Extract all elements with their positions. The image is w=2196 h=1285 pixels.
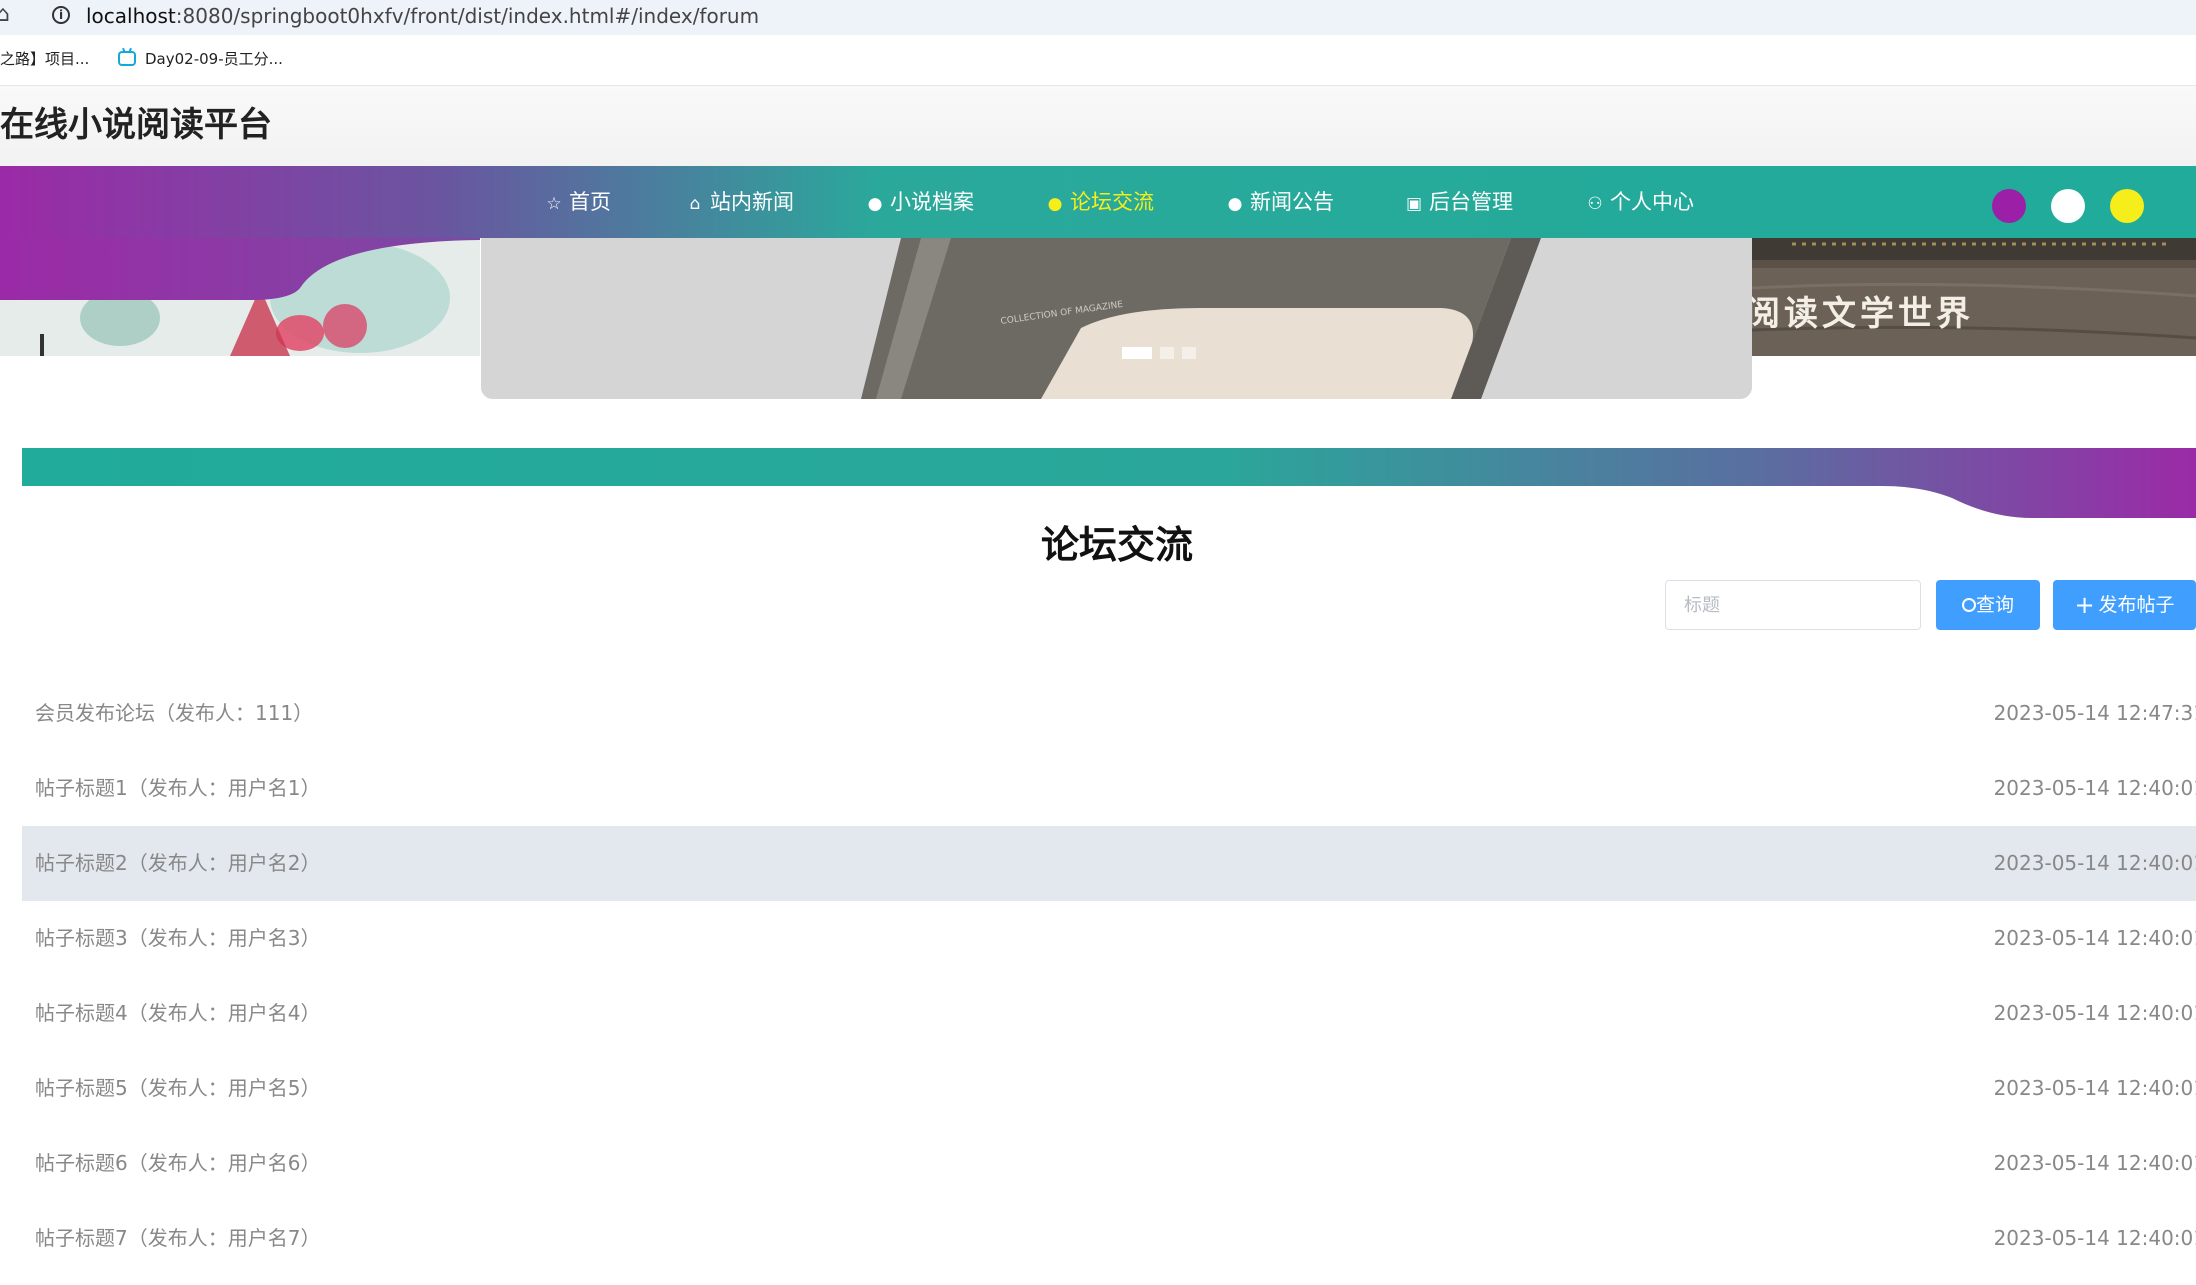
publish-post-button[interactable]: + 发布帖子: [2053, 580, 2196, 630]
user-icon: ⚇: [1587, 194, 1603, 214]
site-info-icon[interactable]: i: [52, 6, 70, 24]
nav-item-4[interactable]: ● 论坛交流: [1044, 166, 1154, 238]
post-title: 帖子标题5（发布人：用户名5）: [35, 1076, 321, 1100]
carousel-slide-prev[interactable]: [0, 238, 480, 356]
nav-item-1[interactable]: ☆ 首页: [543, 166, 611, 238]
url-path: :8080/springboot0hxfv/front/dist/index.h…: [175, 4, 760, 28]
url-host: localhost: [86, 4, 176, 28]
search-button[interactable]: 查询: [1936, 580, 2040, 630]
nav-item-label: 后台管理: [1429, 190, 1513, 214]
bag-icon: ⌂: [689, 194, 701, 214]
post-title: 会员发布论坛（发布人：111）: [35, 701, 314, 725]
title-search-input[interactable]: [1665, 580, 1921, 630]
flower-illustration: [0, 238, 480, 356]
nav-items: ☆ 首页 ⌂ 站内新闻 ● 小说档案 ● 论坛交流 ● 新闻公告 ▣ 后台管理 ⚇ 个人中心: [0, 166, 2196, 238]
section-title: 论坛交流: [1040, 523, 1193, 567]
section-header-band: [22, 448, 2196, 518]
post-time: 2023-05-14 12:40:01: [1993, 851, 2196, 875]
post-time: 2023-05-14 12:40:01: [1993, 1226, 2196, 1250]
forum-post-row[interactable]: 帖子标题6（发布人：用户名6） 2023-05-14 12:40:01: [22, 1126, 2196, 1201]
forum-post-row[interactable]: 帖子标题5（发布人：用户名5） 2023-05-14 12:40:01: [22, 1051, 2196, 1126]
url-field[interactable]: localhost:8080/springboot0hxfv/front/dis…: [86, 3, 759, 29]
bookmark-project[interactable]: 之路】项目...: [0, 49, 89, 69]
nav-item-5[interactable]: ● 新闻公告: [1224, 166, 1334, 238]
theme-purple-dot[interactable]: [1992, 189, 2026, 223]
question-icon: ●: [1047, 194, 1063, 214]
post-time: 2023-05-14 12:40:01: [1993, 1076, 2196, 1100]
info-icon: ●: [867, 194, 883, 214]
home-icon[interactable]: ⌂: [0, 2, 20, 28]
browser-address-bar: ⌂ i localhost:8080/springboot0hxfv/front…: [0, 0, 2196, 35]
plus-icon: +: [2074, 591, 2095, 619]
post-time: 2023-05-14 12:40:01: [1993, 1151, 2196, 1175]
carousel-indicator-2[interactable]: [1160, 347, 1174, 359]
post-title: 帖子标题3（发布人：用户名3）: [35, 926, 321, 950]
forum-post-list: 会员发布论坛（发布人：111） 2023-05-14 12:47:31 帖子标题1（…: [22, 676, 2196, 1276]
post-title: 帖子标题4（发布人：用户名4）: [35, 1001, 321, 1025]
nav-item-3[interactable]: ● 小说档案: [864, 166, 974, 238]
carousel-slide-next[interactable]: 阅读文学世界: [1752, 238, 2196, 356]
forum-post-row[interactable]: 帖子标题7（发布人：用户名7） 2023-05-14 12:40:01: [22, 1201, 2196, 1276]
bookmarks-bar: 之路】项目... Day02-09-员工分...: [0, 35, 2196, 86]
nav-item-label: 论坛交流: [1070, 190, 1154, 214]
search-icon: [1961, 598, 1976, 612]
post-time: 2023-05-14 12:40:01: [1993, 926, 2196, 950]
nav-item-label: 小说档案: [890, 190, 974, 214]
forum-post-row[interactable]: 帖子标题3（发布人：用户名3） 2023-05-14 12:40:01: [22, 901, 2196, 976]
post-title: 帖子标题1（发布人：用户名1）: [35, 776, 321, 800]
publish-button-label: 发布帖子: [2098, 594, 2175, 616]
forum-post-row[interactable]: 帖子标题4（发布人：用户名4） 2023-05-14 12:40:01: [22, 976, 2196, 1051]
star-icon: ☆: [546, 194, 562, 214]
site-header: 在线小说阅读平台: [0, 86, 2196, 166]
theme-yellow-dot[interactable]: [2110, 189, 2144, 223]
carousel-indicator-3[interactable]: [1182, 347, 1196, 359]
site-title: 在线小说阅读平台: [0, 105, 272, 145]
banner-slogan: 阅读文学世界: [1752, 294, 1974, 334]
post-title: 帖子标题6（发布人：用户名6）: [35, 1151, 321, 1175]
nav-item-2[interactable]: ⌂ 站内新闻: [684, 166, 794, 238]
nav-item-label: 站内新闻: [710, 190, 794, 214]
forum-post-row[interactable]: 帖子标题2（发布人：用户名2） 2023-05-14 12:40:01: [22, 826, 2196, 901]
post-title: 帖子标题7（发布人：用户名7）: [35, 1226, 321, 1250]
post-title: 帖子标题2（发布人：用户名2）: [35, 851, 321, 875]
post-time: 2023-05-14 12:40:01: [1993, 776, 2196, 800]
post-time: 2023-05-14 12:47:31: [1993, 701, 2196, 725]
book-mockup-image: COLLECTION OF MAGAZINE: [481, 238, 1752, 399]
nav-item-label: 个人中心: [1610, 190, 1694, 214]
theme-white-dot[interactable]: [2051, 189, 2085, 223]
forum-post-row[interactable]: 会员发布论坛（发布人：111） 2023-05-14 12:47:31: [22, 676, 2196, 751]
carousel-slide-current[interactable]: COLLECTION OF MAGAZINE: [481, 238, 1752, 399]
page: ⌂ i localhost:8080/springboot0hxfv/front…: [0, 0, 2196, 1285]
info-icon: ●: [1227, 194, 1243, 214]
nav-item-6[interactable]: ▣ 后台管理: [1403, 166, 1513, 238]
post-time: 2023-05-14 12:40:01: [1993, 1001, 2196, 1025]
bookmark-day02[interactable]: Day02-09-员工分...: [145, 49, 283, 69]
nav-item-7[interactable]: ⚇ 个人中心: [1584, 166, 1694, 238]
building-icon: ▣: [1405, 194, 1423, 214]
forum-post-row[interactable]: 帖子标题1（发布人：用户名1） 2023-05-14 12:40:01: [22, 751, 2196, 826]
tv-icon: [118, 51, 136, 66]
search-button-label: 查询: [1975, 594, 2014, 616]
nav-item-label: 首页: [569, 190, 611, 214]
main-navbar: ☆ 首页 ⌂ 站内新闻 ● 小说档案 ● 论坛交流 ● 新闻公告 ▣ 后台管理 ⚇ 个人中心: [0, 166, 2196, 238]
nav-item-label: 新闻公告: [1250, 190, 1334, 214]
carousel-indicator-1[interactable]: [1122, 347, 1152, 359]
